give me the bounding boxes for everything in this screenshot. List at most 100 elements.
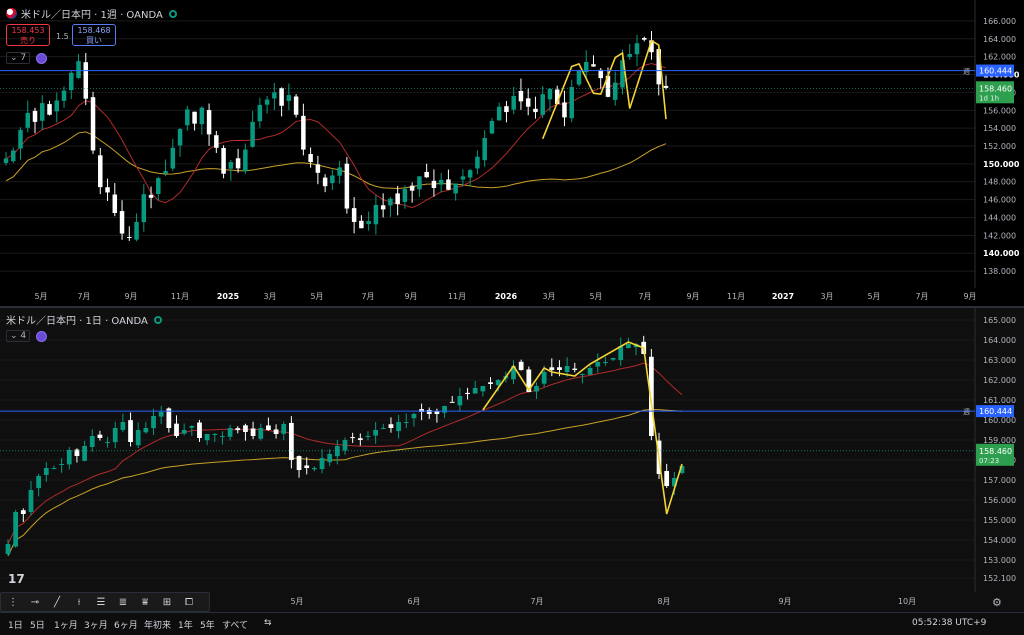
current-price-tag-value: 158.460: [979, 84, 1012, 93]
candle-body: [342, 440, 348, 451]
candle-body: [158, 412, 164, 417]
candle-body: [322, 177, 328, 187]
candle-body: [289, 422, 294, 460]
zigzag-line: [541, 39, 667, 140]
fib-retracement-icon[interactable]: ≣: [115, 597, 131, 608]
clock[interactable]: 05:52:38 UTC+9: [912, 618, 986, 628]
vertical-line-icon[interactable]: ⟊: [71, 597, 87, 608]
candle-body: [626, 344, 631, 349]
indicator-icon[interactable]: [36, 330, 48, 342]
candle-body: [557, 367, 562, 370]
buy-button[interactable]: 158.468 買い: [72, 24, 116, 46]
candle-body: [308, 154, 313, 163]
x-tick-label: 9月: [778, 597, 791, 606]
sell-button[interactable]: 158.453 売り: [6, 24, 50, 46]
candle-body: [482, 137, 487, 161]
y-tick-label: 161.000: [983, 396, 1016, 405]
candle-body: [296, 456, 302, 470]
range-all[interactable]: すべて: [222, 618, 248, 631]
x-tick-label: 11月: [171, 292, 189, 301]
candle-body: [359, 220, 364, 229]
candle-body: [13, 512, 19, 547]
candle-body: [304, 465, 310, 468]
weekly-chart-svg[interactable]: 166.000164.000162.000160.000158.000156.0…: [0, 0, 1024, 306]
drag-handle-icon[interactable]: ⋮: [5, 597, 21, 608]
weekly-chart-pane[interactable]: 166.000164.000162.000160.000158.000156.0…: [0, 0, 1024, 308]
candle-body: [220, 436, 225, 437]
y-tick-label: 160.000: [983, 416, 1016, 425]
range-1d[interactable]: 1日: [8, 618, 23, 631]
x-tick-label: 7月: [915, 292, 928, 301]
parallel-channel-icon[interactable]: ☰: [93, 597, 109, 608]
candle-body: [380, 205, 386, 210]
y-tick-label: 144.000: [983, 213, 1016, 222]
candle-body: [3, 158, 9, 163]
current-price-countdown: 07:23: [979, 457, 999, 465]
date-range-icon[interactable]: ⇆: [264, 618, 272, 628]
candle-body: [424, 171, 429, 178]
candle-body: [449, 401, 455, 403]
candle-body: [32, 110, 38, 122]
range-5y[interactable]: 5年: [200, 618, 215, 631]
daily-title[interactable]: 米ドル／日本円 · 1日 · OANDA: [6, 312, 148, 327]
candle-body: [467, 170, 473, 178]
range-1y[interactable]: 1年: [178, 618, 193, 631]
weekly-title[interactable]: 米ドル／日本円 · 1週 · OANDA: [21, 6, 163, 21]
y-tick-label: 156.000: [983, 106, 1016, 115]
gann-box-icon[interactable]: ⊞: [159, 597, 175, 608]
weekly-indicators-toggle[interactable]: ⌄ 7: [6, 52, 48, 64]
range-ytd[interactable]: 年初来: [144, 618, 171, 631]
bottom-toolbar: 1日 5日 1ヶ月 3ヶ月 6ヶ月 年初来 1年 5年 すべて ⇆ 05:52:…: [0, 612, 1024, 635]
candle-body: [475, 156, 480, 169]
horizontal-ray-icon[interactable]: ⊸: [27, 597, 43, 608]
candle-body: [350, 437, 356, 439]
candle-body: [610, 358, 616, 360]
x-tick-label: 2026: [495, 292, 518, 301]
moving-average-long: [7, 408, 683, 557]
candle-body: [511, 95, 516, 110]
candle-body: [534, 386, 539, 392]
daily-chart-pane[interactable]: 165.000 164.000 163.000 162.000 161.000 160.0…: [0, 308, 1024, 612]
candle-body: [357, 438, 363, 440]
range-1m[interactable]: 1ヶ月: [54, 618, 78, 631]
candle-body: [315, 164, 321, 173]
x-tick-label: 5月: [867, 292, 880, 301]
candle-body: [97, 434, 103, 438]
candle-body: [134, 221, 139, 240]
candle-body: [51, 468, 57, 469]
range-6m[interactable]: 6ヶ月: [114, 618, 138, 631]
candle-body: [380, 428, 386, 429]
candle-body: [228, 162, 234, 169]
candle-body: [580, 374, 585, 375]
fib-extension-icon[interactable]: ⩸: [137, 597, 153, 608]
y-tick-label: 162.000: [983, 376, 1016, 385]
range-3m[interactable]: 3ヶ月: [84, 618, 108, 631]
trend-line-icon[interactable]: ╱: [49, 597, 65, 608]
y-tick-label: 150.000: [983, 160, 1020, 169]
x-tick-label: 11月: [727, 292, 745, 301]
tradingview-logo-icon[interactable]: 17: [8, 572, 25, 586]
indicator-icon[interactable]: [36, 52, 48, 64]
candle-body: [525, 98, 531, 107]
y-tick-label: 159.000: [983, 436, 1016, 445]
candle-body: [533, 108, 538, 113]
gear-icon[interactable]: ⚙: [992, 596, 1002, 609]
weekly-level-tag-label: 週: [963, 407, 970, 416]
candle-body: [409, 185, 415, 191]
y-tick-label: 163.000: [983, 356, 1016, 365]
candle-body: [603, 362, 608, 363]
daily-indicators-toggle[interactable]: ⌄ 4: [6, 330, 48, 342]
x-tick-label: 9月: [963, 292, 976, 301]
rectangle-icon[interactable]: ⧠: [181, 597, 197, 608]
candle-body: [177, 129, 183, 146]
candle-body: [127, 237, 132, 239]
flag-icon: [6, 8, 17, 19]
drawing-toolbar[interactable]: ⋮ ⊸ ╱ ⟊ ☰ ≣ ⩸ ⊞ ⧠: [0, 592, 210, 612]
range-5d[interactable]: 5日: [30, 618, 45, 631]
candle-body: [156, 178, 161, 194]
candle-body: [402, 188, 408, 202]
daily-chart-svg[interactable]: 165.000 164.000 163.000 162.000 161.000 160.0…: [0, 308, 1024, 612]
candle-body: [569, 87, 574, 119]
candle-body: [243, 149, 248, 172]
candle-body: [11, 150, 16, 162]
